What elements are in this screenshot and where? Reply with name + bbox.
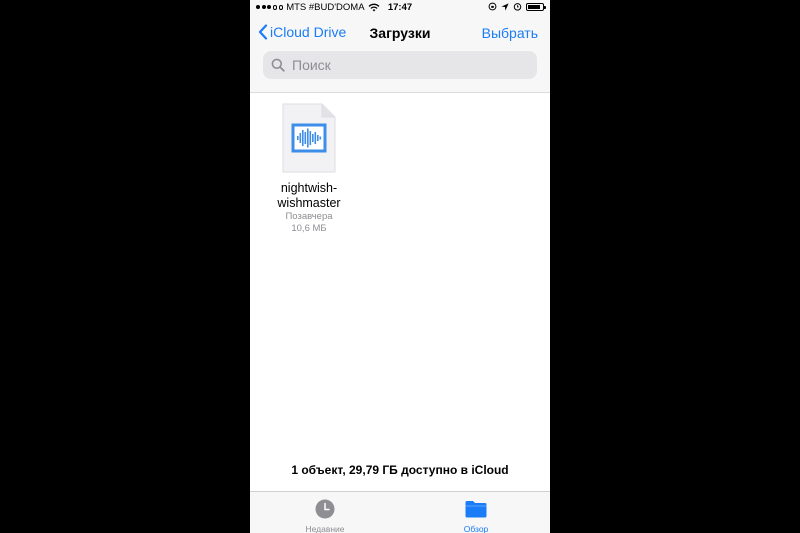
audio-file-thumbnail [282,103,336,173]
clock-icon [315,499,335,519]
audio-waveform-icon [291,123,327,153]
back-button[interactable]: iCloud Drive [258,24,346,40]
back-button-label: iCloud Drive [270,24,347,40]
file-item[interactable]: nightwish- wishmaster Позавчера 10,6 МБ [270,103,348,235]
status-right [488,2,546,11]
storage-info: 1 объект, 29,79 ГБ доступно в iCloud [291,463,509,477]
file-name-line-2: wishmaster [277,196,341,210]
location-arrow-icon [501,2,509,11]
status-bar: MTS #BUD'DOMA 17:47 [250,0,550,14]
search-icon [271,58,285,72]
tab-recent[interactable]: Недавние [275,498,375,533]
tab-browse-label: Обзор [463,524,489,533]
search-input[interactable] [290,56,514,74]
tab-recent-label: Недавние [305,524,345,533]
battery-icon [526,2,546,11]
search-field[interactable] [263,51,537,79]
search-area [250,44,550,93]
tab-browse[interactable]: Обзор [426,498,526,533]
file-name: nightwish- wishmaster [270,181,348,211]
chevron-left-icon [258,24,268,40]
phone-screen: MTS #BUD'DOMA 17:47 iCloud Drive Загрузк… [250,0,550,533]
folder-icon [465,501,487,518]
orientation-lock-icon [488,2,497,11]
file-size: 10,6 МБ [291,223,327,234]
alarm-icon [513,3,522,11]
tab-bar: Недавние Обзор [250,491,550,533]
select-button[interactable]: Выбрать [482,25,538,41]
file-date: Позавчера [285,211,333,222]
file-name-line-1: nightwish- [280,181,338,195]
